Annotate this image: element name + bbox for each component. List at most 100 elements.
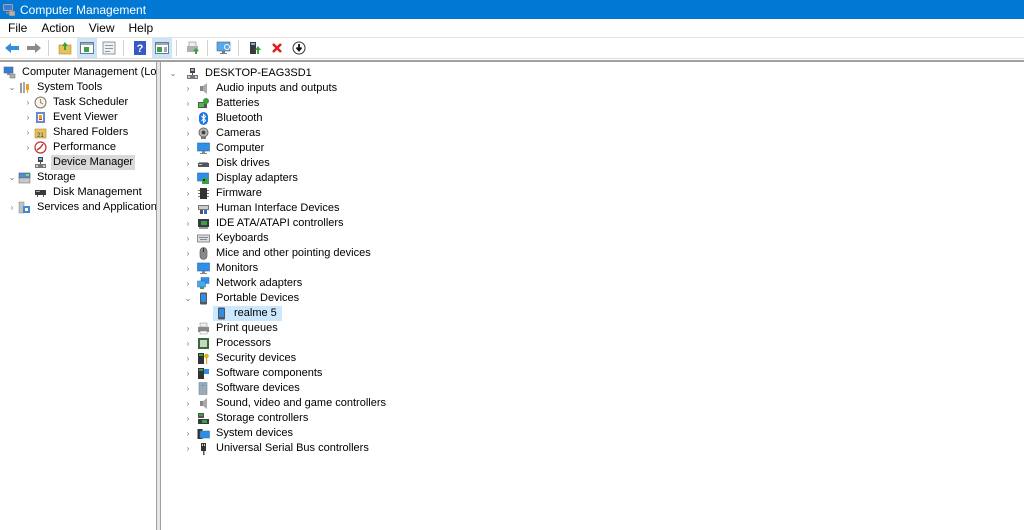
menu-view[interactable]: View bbox=[81, 19, 121, 38]
menu-action[interactable]: Action bbox=[33, 19, 80, 38]
chevron-right-icon[interactable]: › bbox=[183, 339, 193, 348]
tree-item-disk-management[interactable]: Disk Management bbox=[23, 185, 144, 200]
device-category-software-components[interactable]: › Software components bbox=[183, 366, 324, 381]
device-category-security-devices[interactable]: › Security devices bbox=[183, 351, 298, 366]
chevron-down-icon[interactable]: ⌄ bbox=[7, 83, 17, 92]
device-category-sound-video-and-game-controllers[interactable]: › Sound, video and game controllers bbox=[183, 396, 388, 411]
disable-device-button[interactable] bbox=[289, 38, 309, 58]
menu-help[interactable]: Help bbox=[121, 19, 160, 38]
properties-button[interactable] bbox=[99, 38, 119, 58]
chevron-right-icon[interactable]: › bbox=[183, 159, 193, 168]
device-category-cameras[interactable]: › Cameras bbox=[183, 126, 263, 141]
uninstall-device-button[interactable] bbox=[267, 38, 287, 58]
tree-item-performance[interactable]: › Performance bbox=[23, 140, 118, 155]
back-button[interactable] bbox=[2, 38, 22, 58]
chevron-down-icon[interactable]: ⌄ bbox=[183, 294, 193, 303]
device-manager-icon bbox=[34, 156, 47, 169]
tree-item-shared-folders[interactable]: › 21 Shared Folders bbox=[23, 125, 130, 140]
chevron-right-icon[interactable]: › bbox=[183, 399, 193, 408]
tree-item-storage[interactable]: ⌄ Storage bbox=[7, 170, 78, 185]
scan-hardware-button[interactable] bbox=[214, 38, 234, 58]
device-category-keyboards[interactable]: › Keyboards bbox=[183, 231, 271, 246]
chevron-right-icon[interactable]: › bbox=[183, 114, 193, 123]
device-category-processors[interactable]: › Processors bbox=[183, 336, 273, 351]
chevron-right-icon[interactable]: › bbox=[183, 279, 193, 288]
device-category-network-adapters[interactable]: › Network adapters bbox=[183, 276, 304, 291]
chevron-right-icon[interactable]: › bbox=[183, 99, 193, 108]
event-viewer-icon bbox=[34, 111, 47, 124]
tree-item-computer-management-local[interactable]: Computer Management (Local) bbox=[3, 65, 157, 80]
chevron-right-icon[interactable]: › bbox=[23, 98, 33, 107]
tree-item-label: Device Manager bbox=[51, 155, 136, 170]
chevron-right-icon[interactable]: › bbox=[183, 369, 193, 378]
forward-button[interactable] bbox=[24, 38, 44, 58]
menu-file[interactable]: File bbox=[0, 19, 33, 38]
chevron-right-icon[interactable]: › bbox=[183, 264, 193, 273]
show-hide-action-pane-button[interactable] bbox=[152, 38, 172, 58]
toolbar-separator bbox=[238, 40, 239, 56]
tree-item-system-tools[interactable]: ⌄ System Tools bbox=[7, 80, 104, 95]
chevron-down-icon[interactable]: ⌄ bbox=[7, 173, 17, 182]
device-category-label: Bluetooth bbox=[216, 112, 263, 124]
chevron-right-icon[interactable]: › bbox=[183, 84, 193, 93]
tree-item-task-scheduler[interactable]: › Task Scheduler bbox=[23, 95, 130, 110]
chevron-right-icon[interactable]: › bbox=[183, 414, 193, 423]
device-category-mice-and-other-pointing-devices[interactable]: › Mice and other pointing devices bbox=[183, 246, 373, 261]
device-category-bluetooth[interactable]: › Bluetooth bbox=[183, 111, 264, 126]
device-category-label: Security devices bbox=[216, 352, 297, 364]
device-category-display-adapters[interactable]: › Display adapters bbox=[183, 171, 300, 186]
chevron-right-icon[interactable]: › bbox=[183, 324, 193, 333]
chevron-right-icon[interactable]: › bbox=[183, 354, 193, 363]
chevron-right-icon[interactable]: › bbox=[183, 189, 193, 198]
svg-text:?: ? bbox=[137, 43, 144, 55]
chevron-right-icon[interactable]: › bbox=[183, 429, 193, 438]
chevron-right-icon[interactable]: › bbox=[183, 219, 193, 228]
device-category-monitors[interactable]: › Monitors bbox=[183, 261, 260, 276]
print-button[interactable] bbox=[183, 38, 203, 58]
show-hide-console-tree-button[interactable] bbox=[77, 38, 97, 58]
printer-icon bbox=[197, 322, 210, 335]
device-category-universal-serial-bus-controllers[interactable]: › Universal Serial Bus controllers bbox=[183, 441, 371, 456]
tree-item-device-manager[interactable]: Device Manager bbox=[23, 155, 136, 170]
device-category-software-devices[interactable]: › Software devices bbox=[183, 381, 302, 396]
device-category-system-devices[interactable]: › System devices bbox=[183, 426, 295, 441]
up-one-level-button[interactable] bbox=[55, 38, 75, 58]
device-category-computer[interactable]: › Computer bbox=[183, 141, 266, 156]
chevron-right-icon[interactable]: › bbox=[183, 249, 193, 258]
device-category-audio-inputs-and-outputs[interactable]: › Audio inputs and outputs bbox=[183, 81, 339, 96]
help-button[interactable]: ? bbox=[130, 38, 150, 58]
device-category-firmware[interactable]: › Firmware bbox=[183, 186, 264, 201]
system-devices-icon bbox=[197, 427, 210, 440]
update-driver-button[interactable] bbox=[245, 38, 265, 58]
device-category-batteries[interactable]: › Batteries bbox=[183, 96, 261, 111]
chevron-right-icon[interactable]: › bbox=[7, 203, 17, 212]
device-tree-root[interactable]: ⌄ DESKTOP-EAG3SD1 bbox=[168, 66, 314, 81]
chevron-right-icon[interactable]: › bbox=[183, 174, 193, 183]
device-category-label: Print queues bbox=[216, 322, 278, 334]
chevron-right-icon[interactable]: › bbox=[183, 444, 193, 453]
device-category-ide-ata-atapi-controllers[interactable]: › IDE ATA/ATAPI controllers bbox=[183, 216, 346, 231]
chevron-right-icon[interactable]: › bbox=[23, 128, 33, 137]
chevron-right-icon[interactable]: › bbox=[23, 113, 33, 122]
monitor-scan-icon bbox=[216, 41, 231, 54]
device-item-realme-5[interactable]: realme 5 bbox=[213, 306, 282, 321]
chevron-right-icon[interactable]: › bbox=[183, 144, 193, 153]
toolbar: ? bbox=[0, 38, 1024, 59]
svg-text:21: 21 bbox=[37, 133, 44, 139]
chevron-right-icon[interactable]: › bbox=[23, 143, 33, 152]
chevron-right-icon[interactable]: › bbox=[183, 204, 193, 213]
device-category-human-interface-devices[interactable]: › Human Interface Devices bbox=[183, 201, 342, 216]
device-category-storage-controllers[interactable]: › Storage controllers bbox=[183, 411, 310, 426]
disk-icon bbox=[34, 186, 47, 199]
device-category-label: Storage controllers bbox=[216, 412, 309, 424]
chevron-down-icon[interactable]: ⌄ bbox=[168, 69, 178, 78]
device-category-print-queues[interactable]: › Print queues bbox=[183, 321, 280, 336]
device-category-portable-devices[interactable]: ⌄ Portable Devices bbox=[183, 291, 301, 306]
device-category-disk-drives[interactable]: › Disk drives bbox=[183, 156, 272, 171]
shared-folder-icon: 21 bbox=[34, 126, 47, 139]
chevron-right-icon[interactable]: › bbox=[183, 234, 193, 243]
tree-item-event-viewer[interactable]: › Event Viewer bbox=[23, 110, 120, 125]
tree-item-services-and-applications[interactable]: › Services and Applications bbox=[7, 200, 157, 215]
chevron-right-icon[interactable]: › bbox=[183, 384, 193, 393]
chevron-right-icon[interactable]: › bbox=[183, 129, 193, 138]
